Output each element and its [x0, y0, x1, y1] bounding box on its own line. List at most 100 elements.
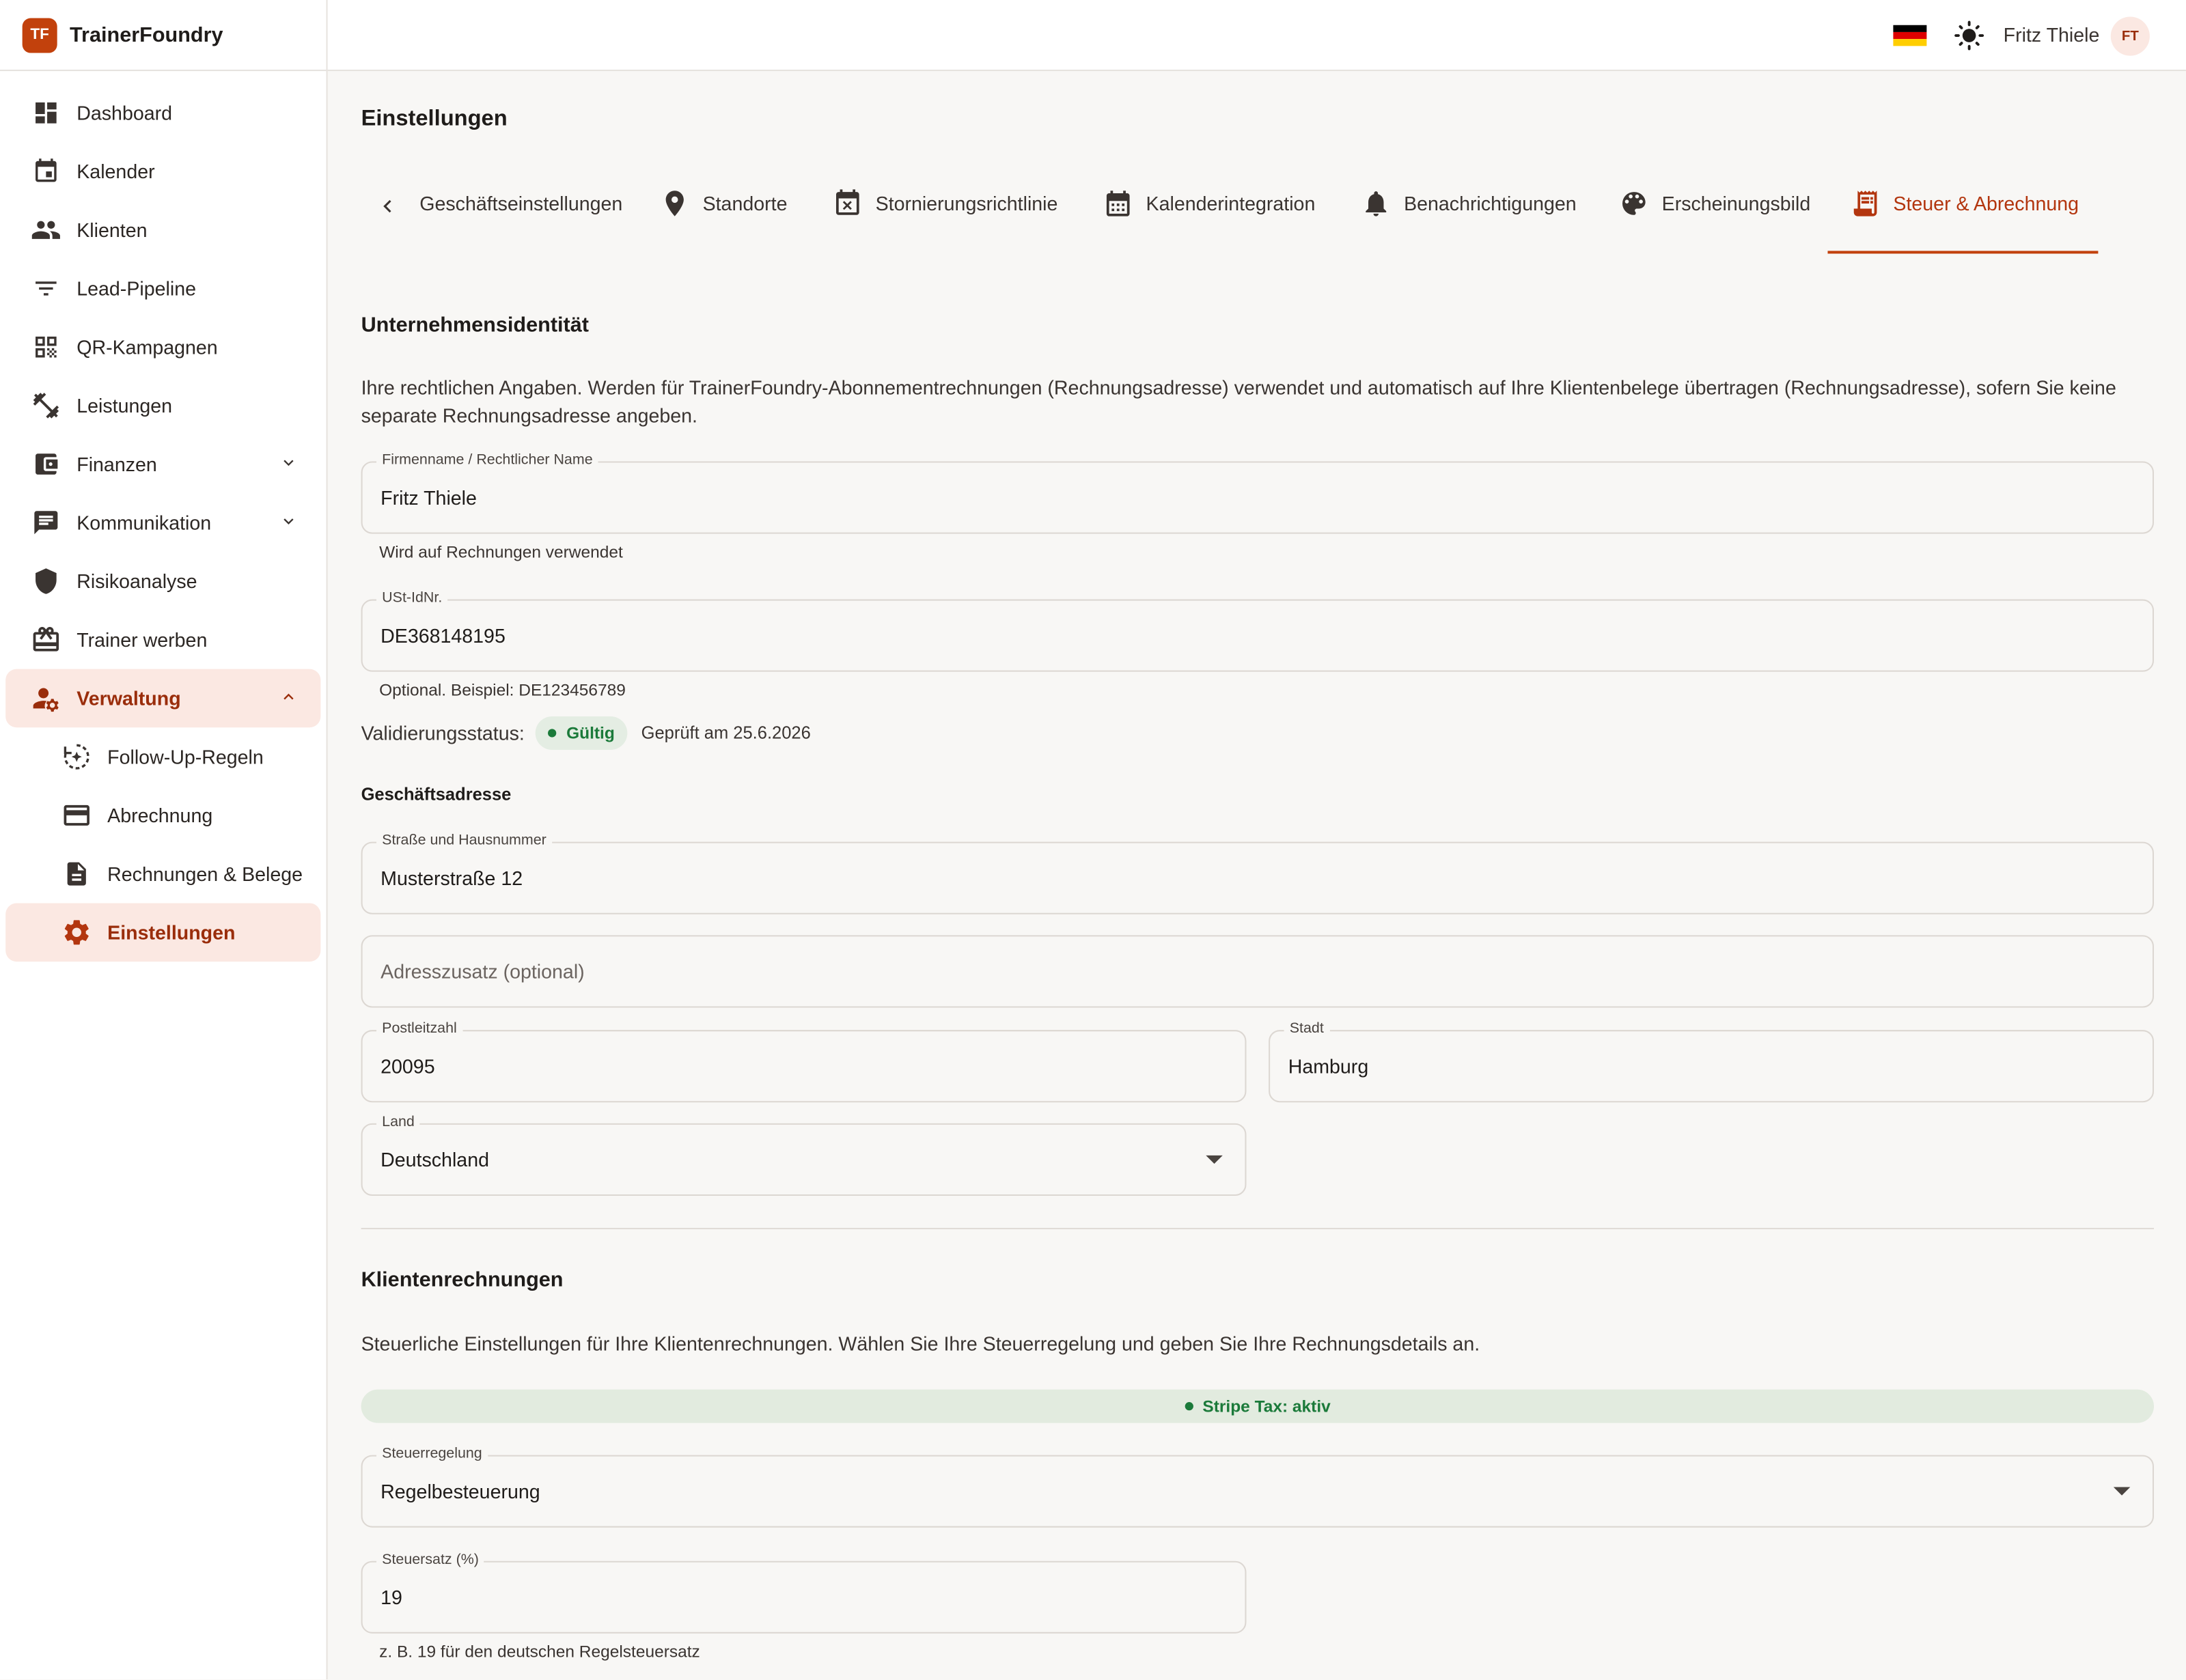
- dropdown-arrow-icon[interactable]: [1206, 1155, 1223, 1164]
- sidebar-item-finanzen[interactable]: Finanzen: [5, 435, 320, 494]
- sidebar-item-leistungen[interactable]: Leistungen: [5, 376, 320, 435]
- zip-field[interactable]: Postleitzahl 20095: [361, 1020, 1247, 1103]
- page-title: Einstellungen: [361, 107, 508, 131]
- gear-icon: [61, 917, 92, 948]
- tab-label: Benachrichtigungen: [1404, 192, 1577, 215]
- avatar[interactable]: FT: [2110, 16, 2150, 56]
- tab-stornierungsrichtlinie[interactable]: Stornierungsrichtlinie: [832, 180, 1057, 252]
- field-label: Postleitzahl: [376, 1020, 462, 1037]
- sidebar-subitem-follow-up-regeln[interactable]: Follow-Up-Regeln: [5, 727, 320, 786]
- field-label: USt-IdNr.: [376, 589, 448, 606]
- sidebar-item-label: Finanzen: [77, 453, 157, 475]
- field-label: Stadt: [1284, 1020, 1329, 1037]
- zip-input[interactable]: 20095: [381, 1055, 434, 1078]
- status-dot-icon: [1184, 1402, 1193, 1411]
- sidebar-nav: Dashboard Kalender Klienten Lead-Pipelin…: [0, 71, 327, 962]
- credit-card-icon: [61, 800, 92, 830]
- country-select[interactable]: Land Deutschland: [361, 1113, 1247, 1196]
- sidebar-item-risikoanalyse[interactable]: Risikoanalyse: [5, 552, 320, 611]
- validation-status-row: Validierungsstatus: Gültig Geprüft am 25…: [361, 715, 811, 751]
- sidebar-item-label: Kalender: [77, 160, 155, 183]
- sidebar-item-label: Kommunikation: [77, 511, 212, 534]
- sidebar-item-kommunikation[interactable]: Kommunikation: [5, 493, 320, 552]
- brand-name: TrainerFoundry: [70, 23, 223, 47]
- tab-benachrichtigungen[interactable]: Benachrichtigungen: [1361, 180, 1577, 252]
- company-name-field[interactable]: Firmenname / Rechtlicher Name Fritz Thie…: [361, 451, 2155, 534]
- address-addition-input[interactable]: Adresszusatz (optional): [381, 960, 585, 983]
- city-field[interactable]: Stadt Hamburg: [1269, 1020, 2155, 1103]
- tab-standorte[interactable]: Standorte: [659, 180, 787, 252]
- tab-kalenderintegration[interactable]: Kalenderintegration: [1103, 180, 1315, 252]
- tax-rate-field[interactable]: Steuersatz (%) 19: [361, 1551, 1247, 1634]
- validation-label: Validierungsstatus:: [361, 722, 525, 744]
- sidebar-item-klienten[interactable]: Klienten: [5, 201, 320, 260]
- sidebar-item-trainer-werben[interactable]: Trainer werben: [5, 611, 320, 669]
- tax-regime-value: Regelbesteuerung: [381, 1480, 540, 1502]
- status-badge: Gültig: [536, 716, 628, 750]
- document-icon: [61, 858, 92, 889]
- identity-description: Ihre rechtlichen Angaben. Werden für Tra…: [361, 376, 2116, 427]
- qr-code-icon: [31, 332, 61, 363]
- shield-icon: [31, 566, 61, 597]
- sidebar-item-label: Abrechnung: [107, 804, 213, 827]
- vat-id-helper: Optional. Beispiel: DE123456789: [379, 680, 626, 700]
- client-invoices-description: Steuerliche Einstellungen für Ihre Klien…: [361, 1332, 1480, 1355]
- sidebar-subitem-rechnungen-belege[interactable]: Rechnungen & Belege: [5, 845, 320, 904]
- sidebar-item-kalender[interactable]: Kalender: [5, 142, 320, 201]
- wallet-icon: [31, 449, 61, 479]
- topbar: Fritz Thiele FT: [327, 0, 2186, 72]
- sun-icon[interactable]: [1953, 20, 1985, 52]
- settings-tabs: Geschäftseinstellungen Standorte Stornie…: [361, 180, 2154, 254]
- sidebar-item-label: Lead-Pipeline: [77, 277, 196, 300]
- vat-id-field[interactable]: USt-IdNr. DE368148195: [361, 589, 2155, 672]
- user-name[interactable]: Fritz Thiele: [2004, 24, 2100, 46]
- calendar-cancel-icon: [832, 188, 863, 219]
- country-value: Deutschland: [381, 1148, 489, 1171]
- stripe-tax-status: Stripe Tax: aktiv: [361, 1389, 2155, 1423]
- tab-label: Kalenderintegration: [1146, 192, 1316, 215]
- tax-regime-select[interactable]: Steuerregelung Regelbesteuerung: [361, 1445, 2155, 1528]
- tax-rate-helper: z. B. 19 für den deutschen Regelsteuersa…: [379, 1642, 700, 1662]
- street-field[interactable]: Straße und Hausnummer Musterstraße 12: [361, 832, 2155, 914]
- tab-steuer-abrechnung[interactable]: Steuer & Abrechnung: [1850, 180, 2079, 252]
- tax-rate-input[interactable]: 19: [381, 1586, 402, 1608]
- field-label: Steuersatz (%): [376, 1551, 485, 1568]
- status-badge-text: Gültig: [566, 723, 615, 743]
- sidebar-item-label: Verwaltung: [77, 687, 181, 710]
- dropdown-arrow-icon[interactable]: [2113, 1487, 2131, 1496]
- chevron-left-icon[interactable]: [375, 194, 400, 219]
- palette-icon: [1618, 188, 1649, 219]
- vat-id-input[interactable]: DE368148195: [381, 624, 506, 647]
- active-tab-indicator: [1827, 251, 2099, 254]
- status-dot-icon: [548, 729, 557, 738]
- tab-erscheinungsbild[interactable]: Erscheinungsbild: [1618, 180, 1810, 252]
- sidebar-item-lead-pipeline[interactable]: Lead-Pipeline: [5, 260, 320, 318]
- stripe-tax-status-text: Stripe Tax: aktiv: [1202, 1396, 1331, 1416]
- section-divider: [361, 1227, 2155, 1229]
- city-input[interactable]: Hamburg: [1288, 1055, 1369, 1078]
- gift-card-icon: [31, 624, 61, 655]
- street-input[interactable]: Musterstraße 12: [381, 867, 523, 889]
- brand[interactable]: TF TrainerFoundry: [0, 0, 327, 72]
- tab-geschaeftseinstellungen[interactable]: Geschäftseinstellungen: [419, 180, 622, 252]
- people-icon: [31, 214, 61, 245]
- sidebar-item-label: Rechnungen & Belege: [107, 863, 303, 885]
- address-addition-field[interactable]: Adresszusatz (optional): [361, 935, 2155, 1008]
- field-label: Land: [376, 1113, 421, 1131]
- receipt-icon: [1850, 188, 1881, 219]
- chevron-down-icon[interactable]: [279, 453, 299, 473]
- sidebar-subitem-abrechnung[interactable]: Abrechnung: [5, 786, 320, 845]
- tab-label: Standorte: [702, 192, 788, 215]
- field-label: Steuerregelung: [376, 1445, 488, 1462]
- sidebar-item-label: Leistungen: [77, 394, 173, 417]
- chevron-down-icon[interactable]: [279, 512, 299, 531]
- company-name-input[interactable]: Fritz Thiele: [381, 486, 477, 509]
- tab-label: Erscheinungsbild: [1661, 192, 1811, 215]
- sidebar-item-label: Einstellungen: [107, 921, 236, 944]
- sidebar-subitem-einstellungen[interactable]: Einstellungen: [5, 903, 321, 962]
- sidebar-item-dashboard[interactable]: Dashboard: [5, 83, 320, 142]
- sidebar-item-qr-kampagnen[interactable]: QR-Kampagnen: [5, 318, 320, 376]
- sidebar-item-verwaltung[interactable]: Verwaltung: [5, 669, 321, 728]
- chevron-up-icon[interactable]: [279, 687, 299, 707]
- german-flag-icon[interactable]: [1893, 25, 1927, 46]
